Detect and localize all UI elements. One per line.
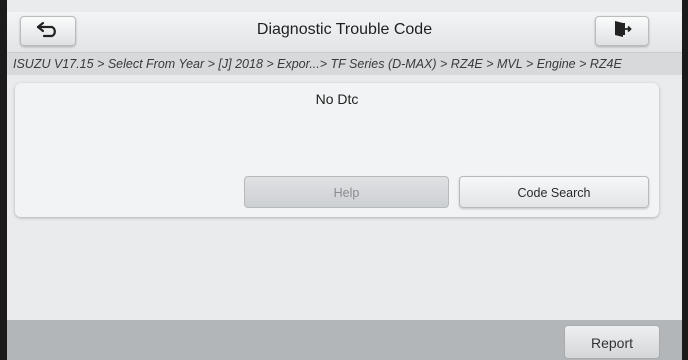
dtc-status-message: No Dtc [315,91,359,107]
title-bar: Diagnostic Trouble Code [7,12,682,53]
exit-door-icon [612,20,632,43]
dtc-result-panel: No Dtc Help Code Search [15,83,659,217]
page-title: Diagnostic Trouble Code [256,21,433,38]
breadcrumb: ISUZU V17.15 > Select From Year > [J] 20… [7,53,682,75]
help-button[interactable]: Help [244,176,449,208]
report-button[interactable]: Report [564,325,660,359]
bottom-toolbar: Report [7,320,682,360]
code-search-button[interactable]: Code Search [459,176,649,208]
exit-button[interactable] [595,16,649,46]
diagnostic-screen: Diagnostic Trouble Code ISUZU V17.15 > S… [7,0,682,360]
